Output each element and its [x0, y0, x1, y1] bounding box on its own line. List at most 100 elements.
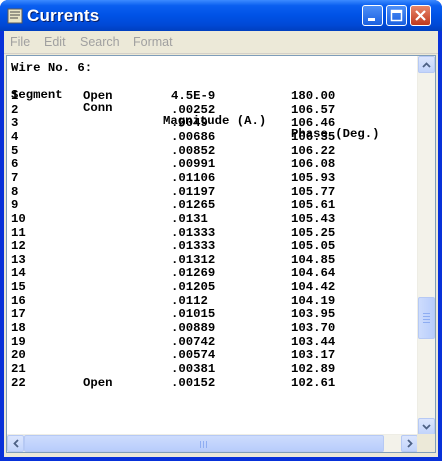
phase-cell: 106.57 [291, 102, 336, 117]
magnitude-cell: .00381 [171, 362, 216, 376]
phase-cell: 104.19 [291, 293, 336, 308]
menu-format[interactable]: Format [133, 35, 173, 49]
scrollbar-corner [417, 434, 435, 452]
segment-cell: 7 [11, 170, 19, 185]
currents-app-icon [7, 8, 23, 24]
phase-cell: 106.35 [291, 129, 336, 144]
phase-cell: 103.17 [291, 348, 336, 363]
column-header-segment: Segment [11, 88, 63, 102]
segment-cell: 13 [11, 252, 26, 267]
phase-cell: 103.44 [291, 334, 336, 349]
wire-heading: Wire No. 6: [11, 61, 93, 75]
phase-cell: 105.93 [291, 170, 336, 185]
phase-cell: 105.61 [291, 198, 336, 213]
magnitude-cell: .01197 [171, 184, 216, 199]
menu-search[interactable]: Search [80, 35, 120, 49]
menu-bar: File Edit Search Format [4, 31, 438, 54]
magnitude-cell: .0112 [171, 293, 208, 308]
magnitude-cell: .00852 [171, 143, 216, 158]
arrow-down-icon [422, 423, 431, 430]
maximize-icon [390, 9, 403, 22]
segment-cell: 21 [11, 362, 26, 376]
maximize-button[interactable] [386, 5, 407, 26]
phase-cell: 102.61 [291, 375, 336, 390]
segment-cell: 14 [11, 266, 26, 281]
phase-cell: 106.46 [291, 116, 336, 131]
scroll-left-button[interactable] [7, 435, 24, 452]
phase-cell: 104.85 [291, 252, 336, 267]
segment-cell: 5 [11, 143, 19, 158]
scroll-up-button[interactable] [418, 56, 435, 73]
magnitude-cell: .01205 [171, 280, 216, 295]
magnitude-cell: 4.5E-9 [171, 89, 216, 103]
segment-cell: 11 [11, 225, 26, 240]
menu-file[interactable]: File [10, 35, 30, 49]
segment-cell: 4 [11, 129, 19, 144]
phase-cell: 103.95 [291, 307, 336, 322]
magnitude-cell: .00574 [171, 348, 216, 363]
magnitude-cell: .01269 [171, 266, 216, 281]
magnitude-cell: .0131 [171, 211, 208, 226]
column-header-conn: Conn [83, 101, 113, 115]
segment-cell: 9 [11, 198, 19, 213]
segment-cell: 1 [11, 89, 19, 103]
vertical-scroll-thumb[interactable] [418, 297, 435, 340]
segment-cell: 3 [11, 116, 19, 131]
title-bar[interactable]: Currents [0, 0, 442, 31]
magnitude-cell: .00742 [171, 334, 216, 349]
phase-cell: 105.05 [291, 239, 336, 254]
conn-cell: Open [83, 89, 113, 103]
output-text-box[interactable]: Wire No. 6: Segment Conn Magnitude (A.) … [6, 55, 436, 453]
close-icon [415, 10, 426, 21]
phase-cell: 102.89 [291, 362, 336, 376]
magnitude-cell: .01265 [171, 198, 216, 213]
client-area: File Edit Search Format Wire No. 6: Segm… [4, 31, 438, 457]
scroll-right-button[interactable] [401, 435, 418, 452]
minimize-icon [368, 18, 375, 21]
phase-cell: 103.70 [291, 321, 336, 336]
output-text[interactable]: Wire No. 6: Segment Conn Magnitude (A.) … [7, 56, 418, 434]
arrow-up-icon [422, 61, 431, 68]
magnitude-cell: .00991 [171, 157, 216, 172]
magnitude-cell: .0049 [171, 116, 208, 131]
window-title: Currents [27, 6, 100, 25]
horizontal-scroll-thumb[interactable] [24, 435, 384, 452]
magnitude-cell: .01333 [171, 239, 216, 254]
magnitude-cell: .01312 [171, 252, 216, 267]
minimize-button[interactable] [362, 5, 383, 26]
segment-cell: 12 [11, 239, 26, 254]
magnitude-cell: .01106 [171, 170, 216, 185]
phase-cell: 104.64 [291, 266, 336, 281]
magnitude-cell: .00252 [171, 102, 216, 117]
phase-cell: 105.77 [291, 184, 336, 199]
close-button[interactable] [410, 5, 431, 26]
phase-cell: 106.08 [291, 157, 336, 172]
segment-cell: 10 [11, 211, 26, 226]
horizontal-scrollbar[interactable] [7, 434, 418, 452]
segment-cell: 8 [11, 184, 19, 199]
arrow-right-icon [406, 439, 413, 448]
phase-cell: 106.22 [291, 143, 336, 158]
segment-cell: 15 [11, 280, 26, 295]
segment-cell: 19 [11, 334, 26, 349]
conn-cell: Open [83, 375, 113, 390]
magnitude-cell: .01333 [171, 225, 216, 240]
scroll-down-button[interactable] [418, 418, 435, 435]
phase-cell: 105.25 [291, 225, 336, 240]
segment-cell: 18 [11, 321, 26, 336]
phase-cell: 105.43 [291, 211, 336, 226]
phase-cell: 104.42 [291, 280, 336, 295]
segment-cell: 2 [11, 102, 19, 117]
magnitude-cell: .01015 [171, 307, 216, 322]
menu-edit[interactable]: Edit [44, 35, 66, 49]
segment-cell: 6 [11, 157, 19, 172]
segment-cell: 16 [11, 293, 26, 308]
arrow-left-icon [12, 439, 19, 448]
vertical-scrollbar[interactable] [417, 56, 435, 435]
currents-window: Currents File Edit Search Format Wire No… [0, 0, 442, 461]
segment-cell: 17 [11, 307, 26, 322]
magnitude-cell: .00152 [171, 375, 216, 390]
segment-cell: 22 [11, 375, 26, 390]
magnitude-cell: .00686 [171, 129, 216, 144]
segment-cell: 20 [11, 348, 26, 363]
